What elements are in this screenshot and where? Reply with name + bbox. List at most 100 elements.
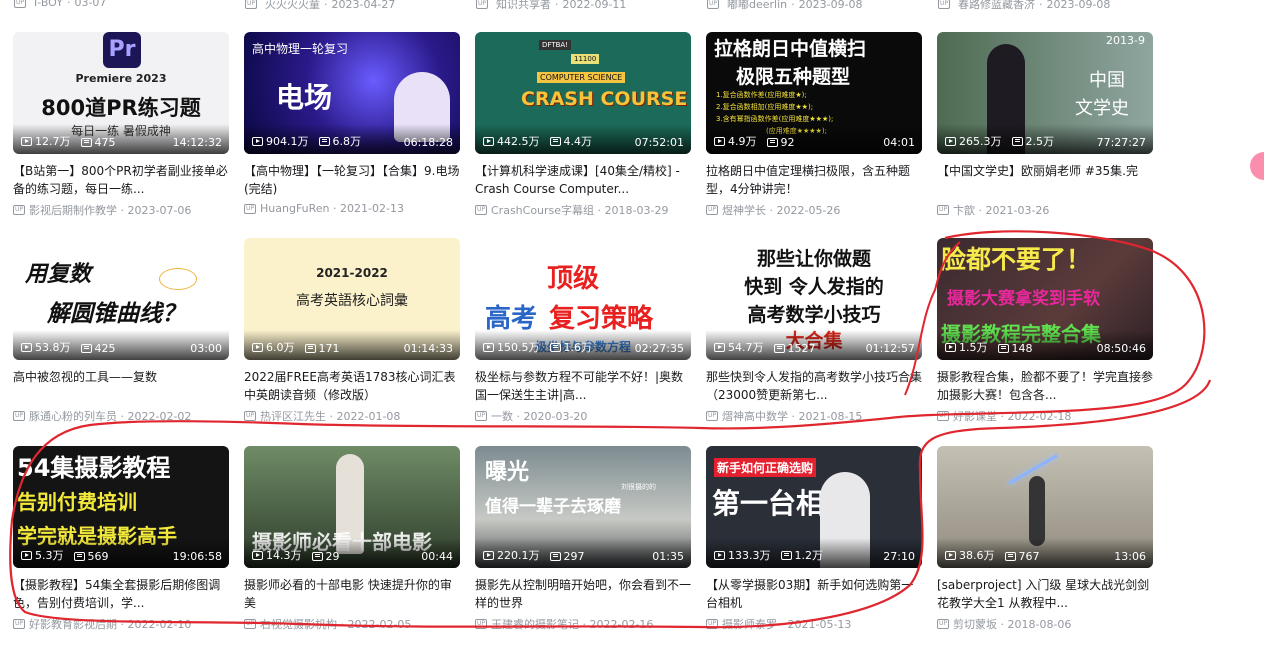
video-stats: 220.1万 297 01:35	[475, 538, 691, 568]
video-title[interactable]: 2022届FREE高考英语1783核心词汇表中英朗读音频（修改版）	[244, 368, 460, 404]
video-stats: 442.5万 4.4万 07:52:01	[475, 124, 691, 154]
video-thumbnail[interactable]: 用复数 解圆锥曲线？ 53.8万 425 03:00	[13, 238, 229, 360]
play-icon	[945, 136, 956, 146]
owner-name[interactable]: 右视觉摄影机构	[260, 616, 337, 632]
play-icon	[945, 342, 956, 352]
video-title[interactable]: 摄影师必看的十部电影 快速提升你的审美	[244, 576, 460, 612]
owner-line[interactable]: UP I-BOY · 03-07	[14, 0, 106, 9]
video-thumbnail[interactable]: 摄影师必看十部电影 14.3万 29 00:44	[244, 446, 460, 568]
video-card[interactable]: 高中物理一轮复习 电场 904.1万 6.8万 06:18:28 【高中物理】【一…	[244, 32, 460, 215]
video-owner-line[interactable]: UP 右视觉摄影机构 · 2022-02-05	[244, 616, 460, 632]
owner-name[interactable]: HuangFuRen	[260, 202, 330, 215]
owner-line[interactable]: UP 春路修蓝藏香济 · 2023-09-08	[938, 0, 1110, 12]
video-title[interactable]: 摄影教程合集，脸都不要了！学完直接参加摄影大赛！包含各...	[937, 368, 1153, 404]
video-title[interactable]: 【中国文学史】欧丽娟老师 #35集.完	[937, 162, 1153, 198]
owner-line[interactable]: UP 知识共享者 · 2022-09-11	[476, 0, 626, 12]
video-owner-line[interactable]: UP 一数 · 2020-03-20	[475, 408, 691, 424]
video-card[interactable]: 拉格朗日中值横扫 极限五种题型 1.复合函数作差(应用难度★); 2.复合函数相加(应…	[706, 32, 922, 218]
video-card[interactable]: 用复数 解圆锥曲线？ 53.8万 425 03:00 高中被忽视的工具——复数 U…	[13, 238, 229, 424]
video-card[interactable]: 摄影师必看十部电影 14.3万 29 00:44 摄影师必看的十部电影 快速提升…	[244, 446, 460, 632]
video-owner-line[interactable]: UP 王建睿的摄影笔记 · 2022-02-16	[475, 616, 691, 632]
owner-name[interactable]: 豚通心粉的列车员	[29, 408, 117, 424]
video-thumbnail[interactable]: 顶级高考复习策略极坐标与参数方程 150.5万 1.6万 02:27:35	[475, 238, 691, 360]
video-thumbnail[interactable]: 2013-9 中国 文学史 265.3万 2.5万 77:27:27	[937, 32, 1153, 154]
video-thumbnail[interactable]: 拉格朗日中值横扫 极限五种题型 1.复合函数作差(应用难度★); 2.复合函数相加(应…	[706, 32, 922, 154]
danmaku-count: 1527	[773, 342, 816, 355]
owner-name[interactable]: 好影教育影视后期	[29, 616, 117, 632]
video-card[interactable]: 54集摄影教程 告别付费培训 学完就是摄影高手 5.3万 569 19:06:58 …	[13, 446, 229, 632]
video-card[interactable]: 曝光 值得一辈子去琢磨 刘很摄的的 220.1万 297 01:35 摄影先从控制明…	[475, 446, 691, 632]
thumbnail-text: 值得一辈子去琢磨	[485, 497, 621, 517]
video-card[interactable]: 顶级高考复习策略极坐标与参数方程 150.5万 1.6万 02:27:35 极坐…	[475, 238, 691, 424]
video-owner-line[interactable]: UP 豚通心粉的列车员 · 2022-02-02	[13, 408, 229, 424]
video-stats: 6.0万 171 01:14:33	[244, 330, 460, 360]
owner-name[interactable]: 卞歆	[953, 202, 975, 218]
danmaku-count: 92	[766, 136, 795, 149]
video-title[interactable]: 【从零学摄影03期】新手如何选购第一台相机	[706, 576, 922, 612]
video-owner-line[interactable]: UP 剪切蒙坂 · 2018-08-06	[937, 616, 1153, 632]
video-title[interactable]: 【计算机科学速成课】[40集全/精校] - Crash Course Compu…	[475, 162, 691, 198]
video-thumbnail[interactable]: PrPremiere 2023800道PR练习题每日一练 暑假成神 12.7万 …	[13, 32, 229, 154]
video-owner-line[interactable]: UP 煜神学长 · 2022-05-26	[706, 202, 922, 218]
up-icon: UP	[244, 411, 256, 421]
video-card[interactable]: 38.6万 767 13:06 [saberproject] 入门级 星球大战光…	[937, 446, 1153, 632]
video-thumbnail[interactable]: 曝光 值得一辈子去琢磨 刘很摄的的 220.1万 297 01:35	[475, 446, 691, 568]
video-card[interactable]: 新手如何正确选购 第一台相机 133.3万 1.2万 27:10 【从零学摄影03…	[706, 446, 922, 632]
video-owner-line[interactable]: UP HuangFuRen · 2021-02-13	[244, 202, 460, 215]
video-thumbnail[interactable]: 54集摄影教程 告别付费培训 学完就是摄影高手 5.3万 569 19:06:58	[13, 446, 229, 568]
owner-name[interactable]: 摄影师泰罗	[722, 616, 777, 632]
owner-name[interactable]: 王建睿的摄影笔记	[491, 616, 579, 632]
video-owner-line[interactable]: UP 熠神高中数学 · 2021-08-15	[706, 408, 922, 424]
owner-name[interactable]: CrashCourse字幕组	[491, 202, 594, 218]
video-title[interactable]: [saberproject] 入门级 星球大战光剑剑花教学大全1 从教程中...	[937, 576, 1153, 612]
video-owner-line[interactable]: UP 好影课堂 · 2022-02-18	[937, 408, 1153, 424]
video-thumbnail[interactable]: DFTBA! 11100 COMPUTER SCIENCE CRASH COURSE …	[475, 32, 691, 154]
video-owner-line[interactable]: UP 热评区江先生 · 2022-01-08	[244, 408, 460, 424]
video-owner-line[interactable]: UP 卞歆 · 2021-03-26	[937, 202, 1153, 218]
video-title[interactable]: 【高中物理】【一轮复习】【合集】9.电场(完结)	[244, 162, 460, 198]
owner-line[interactable]: UP 嘟嘟deerlin · 2023-09-08	[707, 0, 863, 12]
video-owner-line[interactable]: UP 摄影师泰罗 · 2021-05-13	[706, 616, 922, 632]
video-title[interactable]: 极坐标与参数方程不可能学不好！|奥数国一保送生主讲|高...	[475, 368, 691, 404]
video-title[interactable]: 【摄影教程】54集全套摄影后期修图调色，告别付费培训，学...	[13, 576, 229, 612]
separator: ·	[337, 617, 348, 631]
danmaku-icon	[318, 136, 330, 146]
owner-name[interactable]: 熠神高中数学	[722, 408, 788, 424]
video-thumbnail[interactable]: 新手如何正确选购 第一台相机 133.3万 1.2万 27:10	[706, 446, 922, 568]
owner-name[interactable]: 热评区江先生	[260, 408, 326, 424]
video-title[interactable]: 摄影先从控制明暗开始吧，你会看到不一样的世界	[475, 576, 691, 612]
video-owner-line[interactable]: UP 影视后期制作教学 · 2023-07-06	[13, 202, 229, 218]
owner-name[interactable]: 煜神学长	[722, 202, 766, 218]
video-card[interactable]: 2013-9 中国 文学史 265.3万 2.5万 77:27:27 【中国文学史】…	[937, 32, 1153, 218]
ellipse-figure	[159, 268, 197, 290]
up-icon: UP	[706, 205, 718, 215]
play-icon	[252, 342, 263, 352]
video-thumbnail[interactable]: 高中物理一轮复习 电场 904.1万 6.8万 06:18:28	[244, 32, 460, 154]
owner-line[interactable]: UP 火火火火童 · 2023-04-27	[245, 0, 395, 12]
video-stats: 5.3万 569 19:06:58	[13, 538, 229, 568]
video-card[interactable]: 脸都不要了！摄影大赛拿奖到手软摄影教程完整合集 1.5万 148 08:50:4…	[937, 238, 1153, 424]
video-card[interactable]: 那些让你做题快到 令人发指的高考数学小技巧大合集 54.7万 1527 01:1…	[706, 238, 922, 424]
owner-name[interactable]: 好影课堂	[953, 408, 997, 424]
video-title[interactable]: 【B站第一】800个PR初学者副业接单必备的练习题，每日一练...	[13, 162, 229, 198]
video-title[interactable]: 高中被忽视的工具——复数	[13, 368, 229, 404]
video-thumbnail[interactable]: 那些让你做题快到 令人发指的高考数学小技巧大合集 54.7万 1527 01:1…	[706, 238, 922, 360]
thumbnail-text: 高中物理一轮复习	[252, 42, 349, 56]
publish-date: 2022-02-10	[127, 617, 192, 631]
video-title[interactable]: 拉格朗日中值定理横扫极限，含五种题型，4分钟讲完！	[706, 162, 922, 198]
video-thumbnail[interactable]: 脸都不要了！摄影大赛拿奖到手软摄影教程完整合集 1.5万 148 08:50:4…	[937, 238, 1153, 360]
video-title[interactable]: 那些快到令人发指的高考数学小技巧合集（23000赞更新第七...	[706, 368, 922, 404]
owner-name[interactable]: 影视后期制作教学	[29, 202, 117, 218]
video-card[interactable]: DFTBA! 11100 COMPUTER SCIENCE CRASH COURSE …	[475, 32, 691, 218]
floating-action-bubble[interactable]	[1250, 152, 1264, 180]
video-owner-line[interactable]: UP CrashCourse字幕组 · 2018-03-29	[475, 202, 691, 218]
video-owner-line[interactable]: UP 好影教育影视后期 · 2022-02-10	[13, 616, 229, 632]
video-card[interactable]: PrPremiere 2023800道PR练习题每日一练 暑假成神 12.7万 …	[13, 32, 229, 218]
owner-name[interactable]: 剪切蒙坂	[953, 616, 997, 632]
video-thumbnail[interactable]: 2021-2022 高考英語核心詞彙 6.0万 171 01:14:33	[244, 238, 460, 360]
video-duration: 01:35	[652, 550, 684, 563]
view-count: 6.0万	[252, 339, 295, 355]
video-thumbnail[interactable]: 38.6万 767 13:06	[937, 446, 1153, 568]
owner-name[interactable]: 一数	[491, 408, 513, 424]
video-card[interactable]: 2021-2022 高考英語核心詞彙 6.0万 171 01:14:33 2022…	[244, 238, 460, 424]
